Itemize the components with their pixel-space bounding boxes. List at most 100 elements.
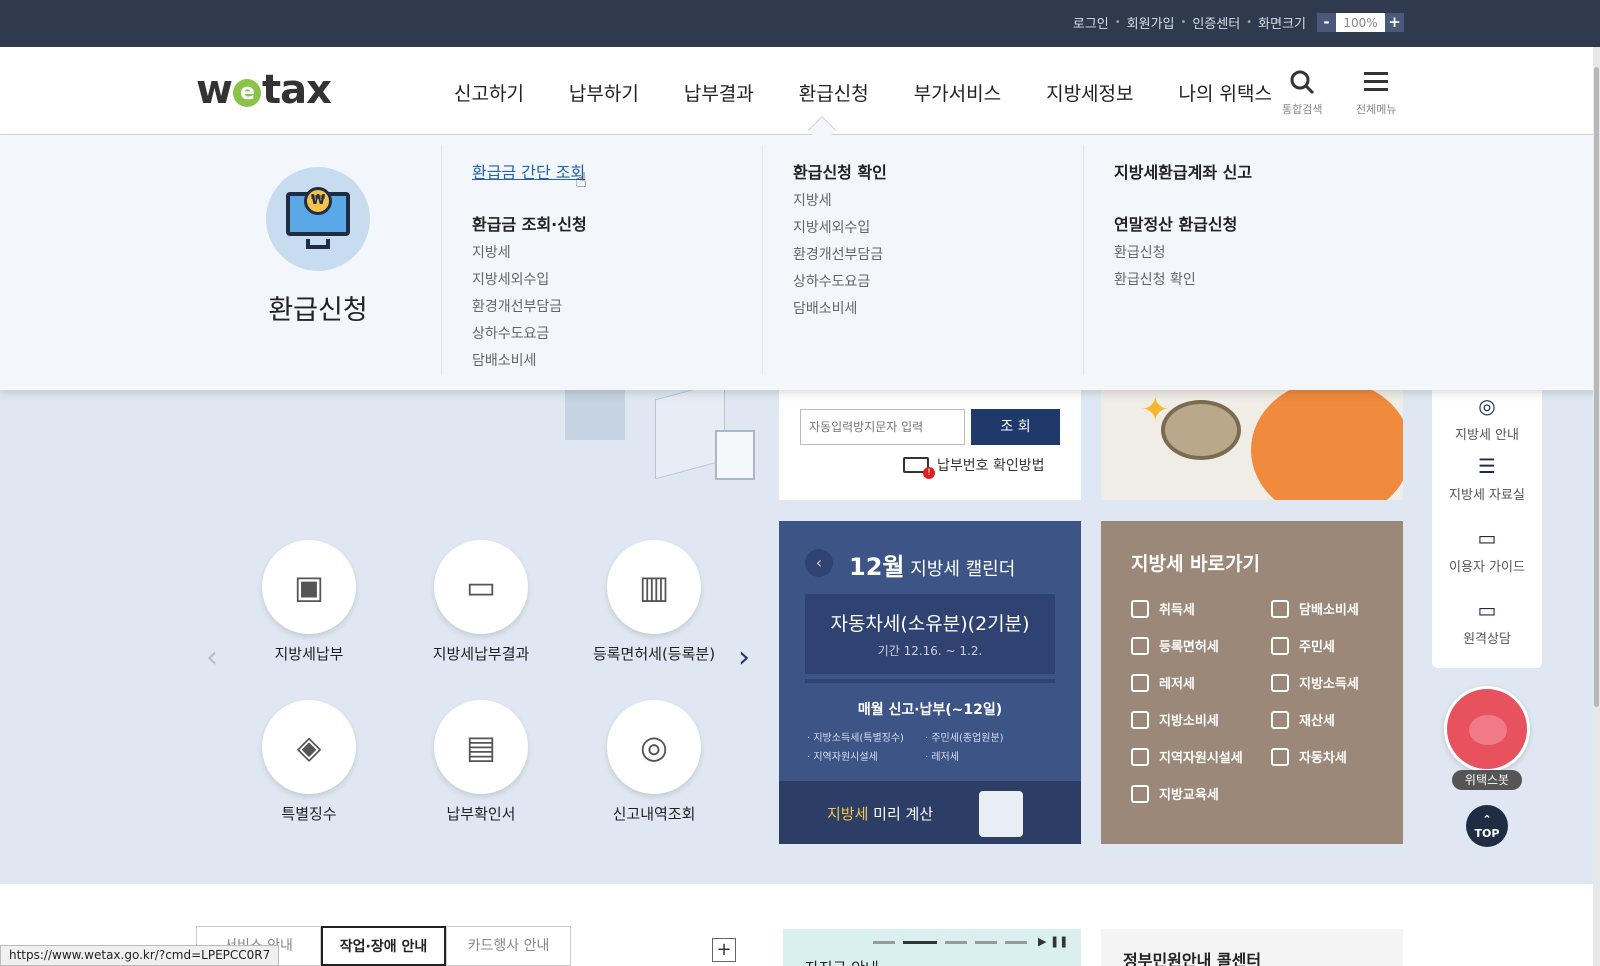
refund-account-report-heading[interactable]: 지방세환급계좌 신고: [1114, 159, 1413, 183]
shortcut-leisure-tax[interactable]: 레저세: [1131, 673, 1271, 692]
slider-play-pause[interactable]: ▶ ❚❚: [1038, 935, 1068, 948]
shortcut-local-income-tax[interactable]: 지방소득세: [1271, 673, 1391, 692]
nav-pay[interactable]: 납부하기: [569, 79, 639, 106]
tab-maintenance-notice[interactable]: 작업·장애 안내: [321, 926, 446, 966]
side-remote-consult[interactable]: ▭ 원격상담: [1432, 598, 1542, 647]
wetax-bot-button[interactable]: [1444, 686, 1530, 772]
all-menu-label: 전체메뉴: [1356, 103, 1397, 116]
page-scrollbar[interactable]: [1593, 47, 1600, 966]
quick-item-label: 등록면허세(등록분): [592, 645, 716, 663]
shortcut-local-education-tax[interactable]: 지방교육세: [1131, 784, 1271, 803]
calculator-icon: [979, 791, 1023, 837]
signup-link[interactable]: 회원가입: [1121, 13, 1181, 32]
lookup-button[interactable]: 조 회: [971, 409, 1060, 445]
quick-item-special-collection[interactable]: ◈ 특별징수: [234, 700, 384, 824]
menu-item[interactable]: 지방세: [472, 242, 761, 262]
payment-number-help-link[interactable]: 납부번호 확인방법: [903, 455, 1045, 479]
side-user-guide[interactable]: ▭ 이용자 가이드: [1432, 526, 1542, 575]
monthly-list: · 지방소득세(특별징수) · 주민세(종업원분) · 지역자원시설세 · 레저…: [807, 729, 1057, 763]
quick-next-arrow[interactable]: ›: [738, 640, 750, 675]
shortcut-registration-license-tax[interactable]: 등록면허세: [1131, 636, 1271, 655]
menu-item[interactable]: 담배소비세: [793, 298, 1082, 318]
building-icon: ▥: [607, 540, 701, 634]
list-icon: ☰: [1478, 454, 1496, 478]
shortcut-acquisition-tax[interactable]: 취득세: [1131, 599, 1271, 618]
nav-extra-services[interactable]: 부가서비스: [914, 79, 1001, 106]
utility-links: 로그인 • 회원가입 • 인증센터 • 화면크기: [1067, 13, 1312, 32]
monitor-icon: ▭: [434, 540, 528, 634]
shortcut-resident-tax[interactable]: 주민세: [1271, 636, 1391, 655]
screen-size-label: 화면크기: [1258, 17, 1306, 32]
shortcut-local-consumption-tax[interactable]: 지방소비세: [1131, 710, 1271, 729]
quick-item-report-history[interactable]: ◎ 신고내역조회: [579, 700, 729, 824]
wetax-logo[interactable]: w e tax: [196, 67, 332, 113]
calendar-event-period: 기간 12.16. ~ 1.2.: [877, 644, 983, 658]
year-end-refund-heading[interactable]: 연말정산 환급신청: [1114, 211, 1413, 235]
quick-item-registration-license-tax[interactable]: ▥ 등록면허세(등록분): [579, 540, 729, 664]
main-header: w e tax 신고하기 납부하기 납부결과 환급신청 부가서비스 지방세정보 나의…: [0, 47, 1600, 135]
captcha-input[interactable]: [800, 409, 965, 445]
nav-pay-result[interactable]: 납부결과: [684, 79, 754, 106]
search-button[interactable]: 통합검색: [1282, 69, 1322, 117]
quick-item-label: 지방세납부결과: [432, 645, 530, 663]
calendar-event-box[interactable]: 자동차세(소유분)(2기분) 기간 12.16. ~ 1.2.: [805, 594, 1055, 674]
menu-item[interactable]: 상하수도요금: [793, 271, 1082, 291]
side-local-tax-guide[interactable]: ◎ 지방세 안내: [1432, 394, 1542, 443]
calendar-prev-button[interactable]: ‹: [805, 549, 833, 577]
main-nav: 신고하기 납부하기 납부결과 환급신청 부가서비스 지방세정보 나의 위택스: [454, 79, 1317, 106]
more-button[interactable]: +: [712, 938, 736, 962]
refund-quick-lookup-link[interactable]: 환급금 간단 조회: [472, 159, 761, 183]
menu-item[interactable]: 지방세외수입: [472, 269, 761, 289]
refund-check-heading[interactable]: 환급신청 확인: [793, 159, 1082, 183]
local-tax-pay-icon: ▣: [262, 540, 356, 634]
quick-item-local-tax-pay[interactable]: ▣ 지방세납부: [234, 540, 384, 664]
quick-item-pay-result[interactable]: ▭ 지방세납부결과: [406, 540, 556, 664]
scroll-top-button[interactable]: ⌃ TOP: [1466, 805, 1508, 847]
shortcut-regional-resource-tax[interactable]: 지역자원시설세: [1131, 747, 1271, 766]
all-menu-button[interactable]: 전체메뉴: [1356, 69, 1396, 117]
login-link[interactable]: 로그인: [1067, 13, 1115, 32]
side-local-tax-archive[interactable]: ☰ 지방세 자료실: [1432, 454, 1542, 503]
monthly-item: · 주민세(종업원분): [925, 733, 1004, 744]
cert-center-link[interactable]: 인증센터: [1186, 13, 1246, 32]
tax-estimate-link[interactable]: 지방세 미리 계산: [779, 781, 1081, 844]
menu-item[interactable]: 환경개선부담금: [793, 244, 1082, 264]
magnifier-folder-icon: ◎: [607, 700, 701, 794]
nav-local-tax-info[interactable]: 지방세정보: [1046, 79, 1133, 106]
mega-col-refund-inquiry: 환급금 간단 조회 환급금 조회·신청 지방세 지방세외수입 환경개선부담금 상…: [441, 145, 761, 375]
nav-refund[interactable]: 환급신청: [799, 79, 869, 106]
menu-item[interactable]: 지방세외수입: [793, 217, 1082, 237]
refund-inquiry-heading[interactable]: 환급금 조회·신청: [472, 211, 761, 235]
call-center-box[interactable]: 정부민원안내 콜센터: [1101, 929, 1403, 966]
shortcut-tobacco-tax[interactable]: 담배소비세: [1271, 599, 1391, 618]
shortcut-vehicle-tax[interactable]: 자동차세: [1271, 747, 1391, 766]
menu-item[interactable]: 환급신청: [1114, 242, 1413, 262]
nav-report[interactable]: 신고하기: [454, 79, 524, 106]
graduation-cap-icon: [1131, 784, 1149, 803]
shortcut-property-tax[interactable]: 재산세: [1271, 710, 1391, 729]
menu-item[interactable]: 환경개선부담금: [472, 296, 761, 316]
search-label: 통합검색: [1282, 103, 1323, 116]
nav-my-wetax[interactable]: 나의 위택스: [1179, 79, 1272, 106]
cigarette-icon: [1271, 599, 1289, 618]
zoom-control: - 100% +: [1317, 13, 1404, 32]
promo-banner[interactable]: ✦: [1101, 390, 1403, 500]
tab-card-event-notice[interactable]: 카드행사 안내: [446, 926, 571, 966]
zoom-value: 100%: [1343, 15, 1378, 30]
zoom-in-button[interactable]: +: [1385, 13, 1404, 32]
quick-item-label: 납부확인서: [446, 805, 516, 823]
zoom-out-button[interactable]: -: [1317, 13, 1336, 32]
monthly-heading: 매월 신고·납부(~12일): [857, 702, 1003, 718]
scrollbar-thumb[interactable]: [1594, 67, 1599, 707]
quick-prev-arrow[interactable]: ‹: [206, 640, 218, 675]
quick-item-payment-certificate[interactable]: ▤ 납부확인서: [406, 700, 556, 824]
menu-item[interactable]: 담배소비세: [472, 350, 761, 370]
receipt-icon: ▤: [434, 700, 528, 794]
menu-item[interactable]: 지방세: [793, 190, 1082, 210]
hand-cursor-icon: ☝: [575, 168, 588, 192]
menu-item[interactable]: 환급신청 확인: [1114, 269, 1413, 289]
menu-item[interactable]: 상하수도요금: [472, 323, 761, 343]
payment-lookup-box: 조 회 납부번호 확인방법: [779, 390, 1081, 500]
notice-slider-title: 자지금 안내: [805, 957, 879, 966]
side-quick-panel: ◎ 지방세 안내 ☰ 지방세 자료실 ▭ 이용자 가이드 ▭ 원격상담: [1432, 390, 1542, 668]
